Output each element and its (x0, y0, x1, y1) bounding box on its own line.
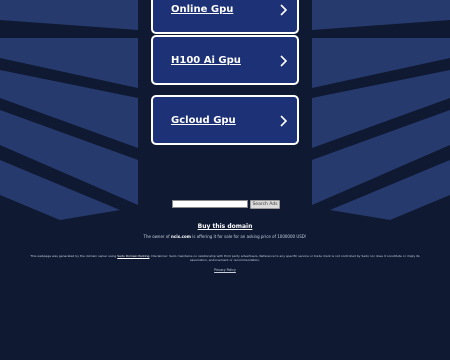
owner-suffix: is offering it for sale for an asking pr… (190, 234, 307, 239)
ad-link-gcloud-gpu[interactable]: Gcloud Gpu (151, 95, 299, 145)
owner-notice: The owner of ncix.com is offering it for… (0, 234, 450, 239)
disclaimer-text: This webpage was generated by the domain… (30, 254, 118, 258)
chevron-right-icon (280, 4, 287, 16)
domain-name: ncix.com (170, 234, 191, 239)
chevron-right-icon (280, 55, 287, 67)
ad-link-label: H100 Ai Gpu (171, 54, 241, 66)
sedo-parking-link[interactable]: Sedo Domain Parking (117, 254, 149, 258)
ad-link-online-gpu[interactable]: Online Gpu (151, 0, 299, 34)
owner-prefix: The owner of (143, 234, 171, 239)
chevron-right-icon (280, 115, 287, 127)
search-ads-button[interactable]: Search Ads (250, 199, 280, 209)
ad-link-h100-ai-gpu[interactable]: H100 Ai Gpu (151, 35, 299, 85)
disclaimer-text-rest: . Disclaimer: Sedo maintains no relation… (149, 254, 420, 262)
privacy-policy-link[interactable]: Privacy Policy (0, 268, 450, 272)
ad-link-label: Gcloud Gpu (171, 114, 236, 126)
disclaimer: This webpage was generated by the domain… (22, 254, 428, 262)
search-input[interactable] (172, 200, 248, 208)
buy-domain-link[interactable]: Buy this domain (0, 223, 450, 230)
ad-link-label: Online Gpu (171, 3, 234, 15)
